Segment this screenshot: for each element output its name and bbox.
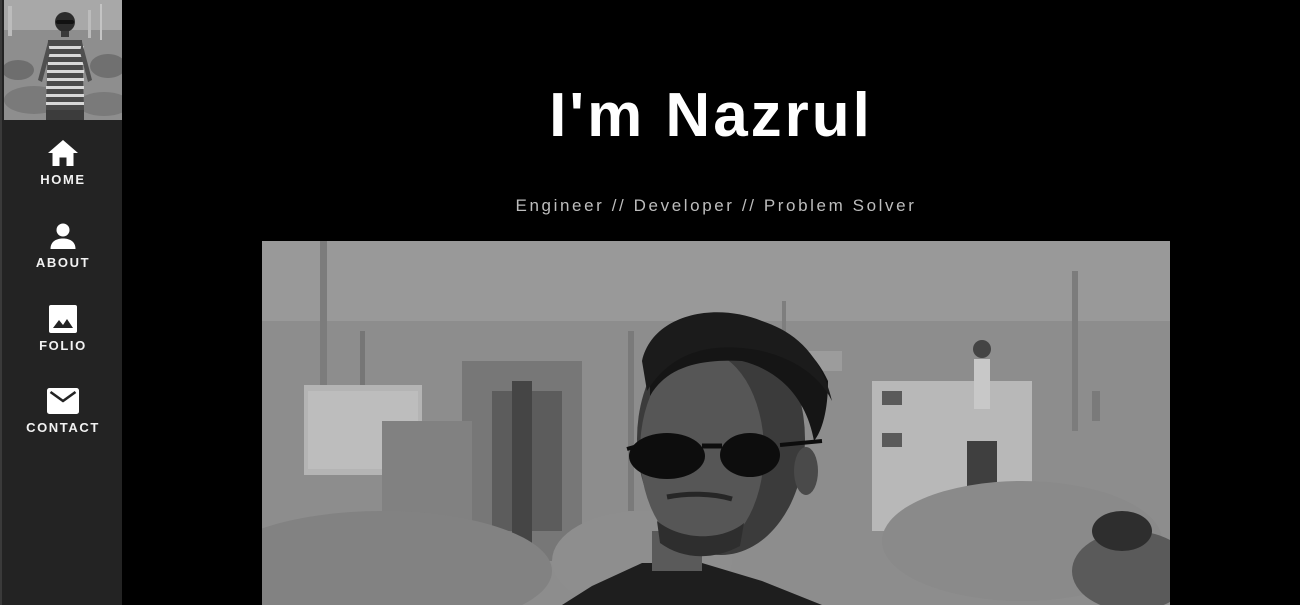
page-title: I'm Nazrul (549, 81, 873, 150)
sidebar-item-label: ABOUT (35, 255, 91, 270)
sidebar-item-label: CONTACT (26, 420, 100, 435)
page-subtitle: Engineer // Developer // Problem Solver (515, 196, 917, 215)
sidebar-item-home[interactable]: HOME (2, 138, 124, 187)
sidebar-item-label: HOME (40, 172, 86, 187)
sidebar-item-contact[interactable]: CONTACT (2, 386, 124, 435)
sidebar: HOME ABOUT FOLIO CONTACT (0, 0, 124, 605)
hero-photo (262, 241, 1170, 605)
person-icon (46, 221, 80, 251)
sidebar-item-folio[interactable]: FOLIO (2, 304, 124, 353)
sidebar-item-about[interactable]: ABOUT (2, 221, 124, 270)
image-icon (46, 304, 80, 334)
avatar-photo (4, 0, 124, 120)
avatar[interactable] (4, 0, 124, 120)
hero-image (262, 241, 1170, 605)
home-icon (46, 138, 80, 168)
sidebar-item-label: FOLIO (39, 338, 87, 353)
main-content: I'm Nazrul Engineer // Developer // Prob… (122, 0, 1300, 605)
mail-icon (46, 386, 80, 416)
